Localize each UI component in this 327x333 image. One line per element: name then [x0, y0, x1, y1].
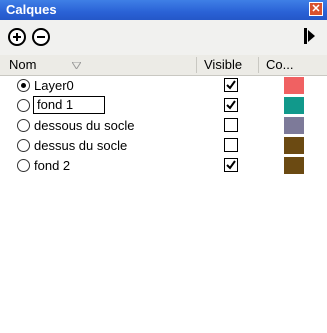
layer-row[interactable]: Layer0	[0, 76, 327, 96]
close-button[interactable]: ✕	[309, 2, 323, 16]
active-layer-radio[interactable]	[17, 139, 30, 152]
column-visible[interactable]: Visible	[204, 55, 242, 75]
column-name[interactable]: Nom	[9, 55, 36, 75]
layer-name-input[interactable]: fond 1	[33, 96, 105, 114]
active-layer-radio[interactable]	[17, 79, 30, 92]
layer-row[interactable]: fond 2	[0, 156, 327, 176]
window-title: Calques	[6, 2, 57, 17]
column-color[interactable]: Co...	[266, 55, 293, 75]
layer-color-swatch[interactable]	[284, 77, 304, 94]
visible-checkbox[interactable]	[224, 78, 238, 92]
column-header: Nom Visible Co...	[0, 55, 327, 76]
layer-color-swatch[interactable]	[284, 137, 304, 154]
arrow-right-icon	[304, 28, 315, 44]
close-icon: ✕	[311, 3, 321, 15]
active-layer-radio[interactable]	[17, 159, 30, 172]
active-layer-radio[interactable]	[17, 119, 30, 132]
details-button[interactable]	[301, 26, 317, 46]
visible-checkbox[interactable]	[224, 138, 238, 152]
layer-name[interactable]: dessous du socle	[34, 118, 134, 133]
layer-row[interactable]: dessous du socle	[0, 116, 327, 136]
layer-row[interactable]: fond 1	[0, 96, 327, 116]
visible-checkbox[interactable]	[224, 118, 238, 132]
layer-name[interactable]: dessus du socle	[34, 138, 127, 153]
visible-checkbox[interactable]	[224, 98, 238, 112]
layer-name[interactable]: Layer0	[34, 78, 74, 93]
layer-color-swatch[interactable]	[284, 157, 304, 174]
visible-checkbox[interactable]	[224, 158, 238, 172]
layer-color-swatch[interactable]	[284, 117, 304, 134]
title-bar[interactable]: Calques ✕	[0, 0, 327, 20]
sort-descending-icon[interactable]	[72, 62, 81, 69]
active-layer-radio[interactable]	[17, 99, 30, 112]
layer-row[interactable]: dessus du socle	[0, 136, 327, 156]
layers-panel: Calques ✕ Nom Visible Co... Layer0 fond …	[0, 0, 327, 333]
delete-layer-button[interactable]	[32, 28, 50, 46]
layer-color-swatch[interactable]	[284, 97, 304, 114]
layer-name[interactable]: fond 2	[34, 158, 70, 173]
add-layer-button[interactable]	[8, 28, 26, 46]
